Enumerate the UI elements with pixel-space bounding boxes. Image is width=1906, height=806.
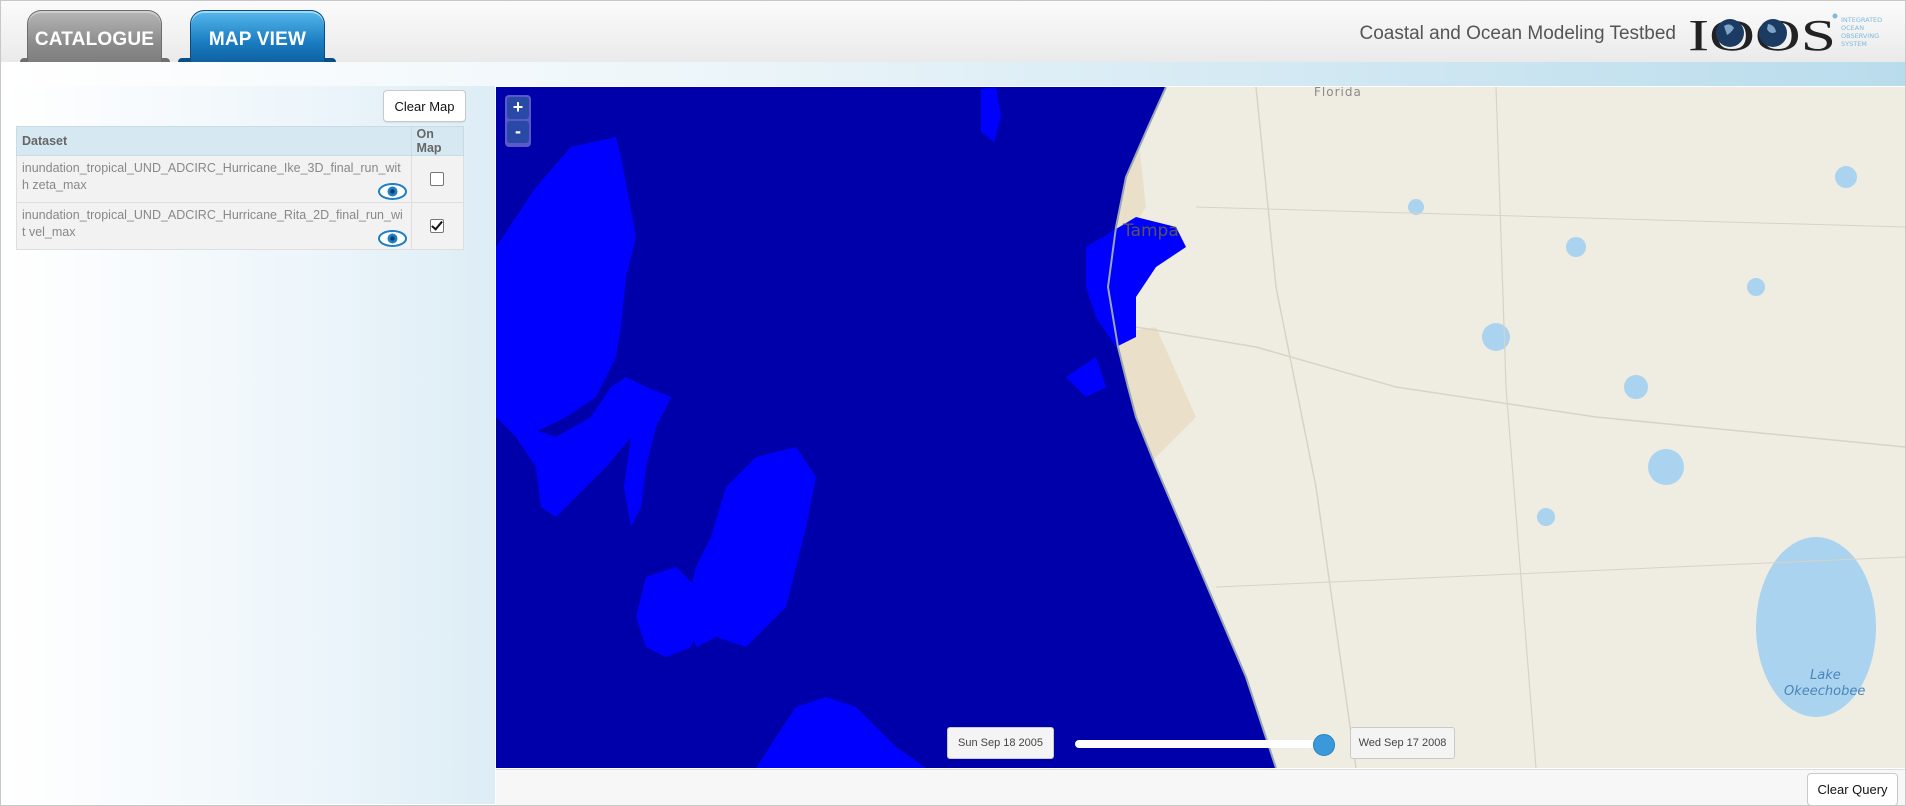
timeline-end-label: Wed Sep 17 2008 [1350,727,1455,759]
dataset-name-cell: inundation_tropical_UND_ADCIRC_Hurricane… [16,202,412,250]
zoom-in-button[interactable]: + [507,97,529,119]
on-map-checkbox[interactable] [430,171,445,186]
dataset-table: Dataset On Map inundation_tropical_UND_A… [16,126,465,250]
tab-catalogue[interactable]: CATALOGUE [27,10,162,68]
map-label-tampa: Tampa [1123,221,1179,241]
tab-map-view[interactable]: MAP VIEW [190,10,325,68]
tab-catalogue-label: CATALOGUE [34,28,155,50]
zoom-out-button[interactable]: - [507,121,529,143]
timeline-slider-handle[interactable] [1313,734,1335,756]
clear-query-button[interactable]: Clear Query [1807,773,1898,806]
table-row: inundation_tropical_UND_ADCIRC_Hurricane… [16,155,465,203]
ioos-logo: IOOS INTEGRATED OCEAN OBSERVING SYSTEM [1688,11,1882,56]
timeline-start-label: Sun Sep 18 2005 [947,727,1054,759]
map-label-lake-line1: Lake [1810,668,1841,683]
on-map-cell [410,155,465,203]
dataset-name: inundation_tropical_UND_ADCIRC_Hurricane… [22,161,401,192]
column-header-on-map: On Map [410,126,465,156]
eye-icon[interactable] [377,183,407,200]
on-map-checkbox[interactable] [430,218,445,233]
dataset-name: inundation_tropical_UND_ADCIRC_Hurricane… [22,208,403,239]
site-title: Coastal and Ocean Modeling Testbed [1359,23,1676,44]
column-header-dataset: Dataset [16,126,412,156]
dataset-name-cell: inundation_tropical_UND_ADCIRC_Hurricane… [16,155,412,203]
map-label-florida: Florida [1314,87,1362,99]
clear-map-button[interactable]: Clear Map [383,90,466,122]
table-row: inundation_tropical_UND_ADCIRC_Hurricane… [16,202,465,250]
map-canvas[interactable]: Florida Tampa Lake Okeechobee [496,87,1905,768]
logo-tagline-2: OCEAN [1841,24,1864,32]
logo-tagline-1: INTEGRATED [1841,16,1882,24]
timeline-slider-track[interactable] [1075,740,1325,748]
tab-map-view-label: MAP VIEW [208,28,307,50]
logo-tagline-3: OBSERVING [1841,32,1879,40]
logo-tagline-4: SYSTEM [1841,40,1867,48]
map-footer-bar [496,769,1905,805]
zoom-control: + - [505,95,531,147]
on-map-cell [410,202,465,250]
map-label-lake-line2: Okeechobee [1784,684,1866,699]
header-accent-band [1,62,1905,86]
map-layer [496,87,1905,768]
eye-icon[interactable] [377,230,407,247]
